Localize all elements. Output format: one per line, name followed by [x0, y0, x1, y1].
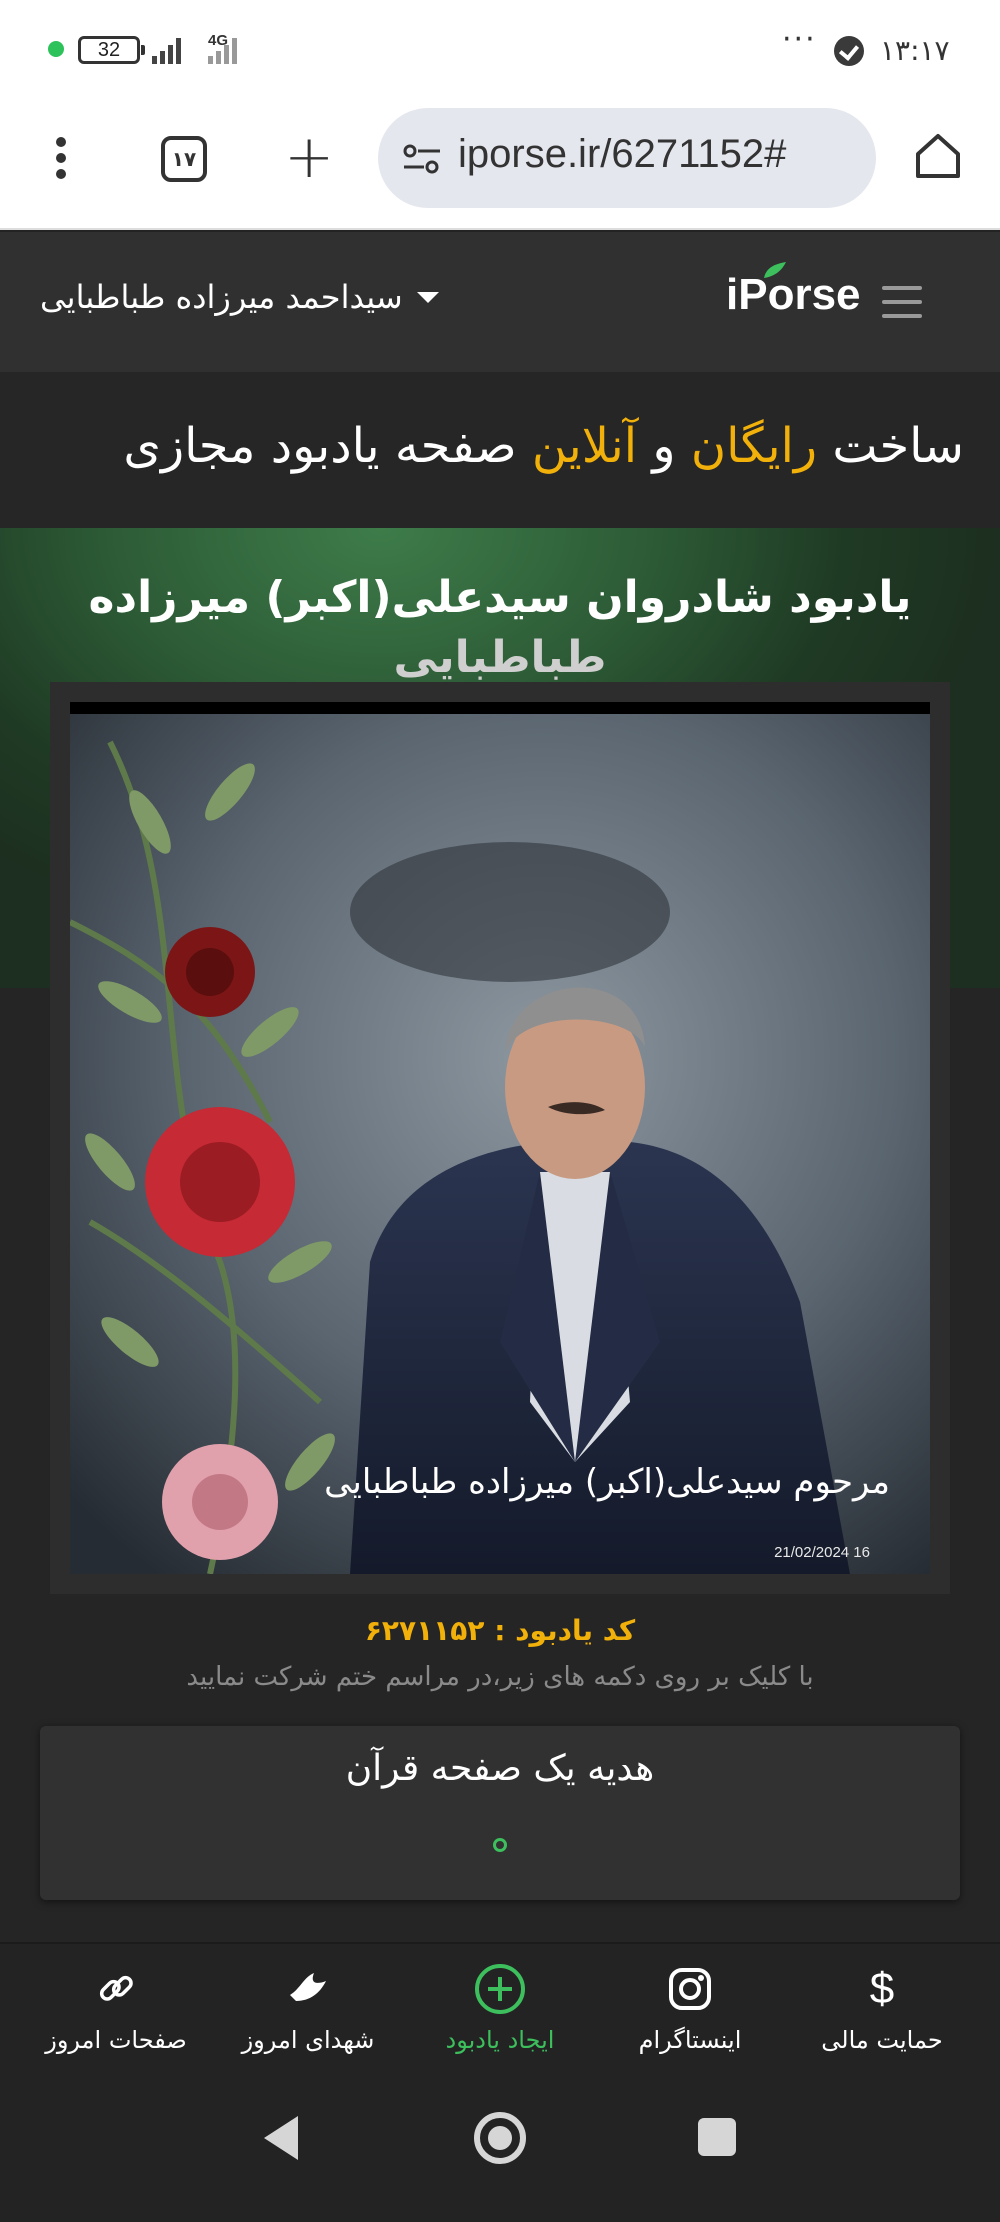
site-logo[interactable]: iPorse — [726, 270, 861, 320]
system-navigation-bar — [0, 2070, 1000, 2222]
bottom-navigation: $ حمایت مالی اینستاگرام ایجاد یادبود شهد… — [0, 1942, 1000, 2070]
caret-down-icon — [416, 291, 439, 303]
home-circle-icon[interactable] — [474, 2112, 526, 2164]
quran-gift-card[interactable]: هدیه یک صفحه قرآن — [40, 1726, 960, 1900]
address-bar[interactable]: iporse.ir/6271152# — [378, 108, 876, 208]
back-icon[interactable] — [264, 2116, 298, 2160]
promo-banner: ساخت رایگان و آنلاین صفحه یادبود مجازی — [0, 372, 1000, 528]
nav-create-memorial[interactable]: ایجاد یادبود — [410, 1964, 590, 2054]
add-circle-icon — [410, 1964, 590, 2014]
nav-donate[interactable]: $ حمایت مالی — [792, 1964, 972, 2054]
new-tab-plus-icon[interactable]: + — [284, 122, 334, 192]
tabs-count-button[interactable]: ۱۷ — [161, 136, 207, 182]
signal-strength-icon-2 — [208, 38, 237, 64]
dove-icon — [218, 1964, 398, 2014]
memorial-photo: مرحوم سیدعلی(اکبر) میرزاده طباطبایی 21/0… — [70, 702, 930, 1574]
site-header: سیداحمد میرزاده طباطبایی iPorse — [0, 232, 1000, 372]
promo-text: ساخت رایگان و آنلاین صفحه یادبود مجازی — [123, 418, 964, 474]
recent-apps-icon[interactable] — [698, 2118, 736, 2156]
shield-check-icon — [834, 36, 864, 66]
user-name: سیداحمد میرزاده طباطبایی — [40, 278, 403, 316]
url-text[interactable]: iporse.ir/6271152# — [458, 132, 786, 177]
signal-strength-icon — [152, 38, 181, 64]
instagram-icon — [600, 1964, 780, 2014]
hamburger-menu-icon[interactable] — [882, 286, 922, 318]
battery-level: 32 — [97, 39, 121, 61]
clock: ۱۳:۱۷ — [880, 34, 950, 67]
battery-icon: 32 — [78, 36, 145, 64]
memorial-code: کد یادبود : ۶۲۷۱۱۵۲ — [364, 1614, 636, 1647]
user-dropdown[interactable]: سیداحمد میرزاده طباطبایی — [40, 278, 439, 316]
home-icon[interactable] — [912, 130, 964, 182]
recording-dot-icon — [48, 41, 64, 57]
tab-count: ۱۷ — [171, 147, 197, 171]
portrait-image — [70, 702, 930, 1574]
nav-instagram[interactable]: اینستاگرام — [600, 1964, 780, 2054]
site-settings-icon[interactable] — [402, 142, 442, 176]
ceremony-hint: با کلیک بر روی دکمه های زیر،در مراسم ختم… — [186, 1662, 814, 1692]
nav-pages-today[interactable]: صفحات امروز — [26, 1964, 206, 2054]
nav-martyrs-today[interactable]: شهدای امروز — [218, 1964, 398, 2054]
browser-toolbar: ۱۷ + iporse.ir/6271152# — [0, 100, 1000, 230]
photo-date: 21/02/2024 16 — [774, 1544, 870, 1561]
photo-caption: مرحوم سیدعلی(اکبر) میرزاده طباطبایی — [324, 1462, 890, 1502]
dollar-icon: $ — [869, 1964, 895, 2013]
quran-gift-title: هدیه یک صفحه قرآن — [345, 1748, 655, 1789]
status-bar: 32 4G ··· ۱۳:۱۷ — [0, 0, 1000, 100]
more-notifications-icon: ··· — [782, 22, 817, 57]
link-icon — [26, 1964, 206, 2014]
browser-menu-icon[interactable] — [54, 137, 68, 185]
loading-indicator-icon — [493, 1838, 507, 1852]
memorial-title: یادبود شادروان سیدعلی(اکبر) میرزاده طباط… — [88, 572, 912, 683]
